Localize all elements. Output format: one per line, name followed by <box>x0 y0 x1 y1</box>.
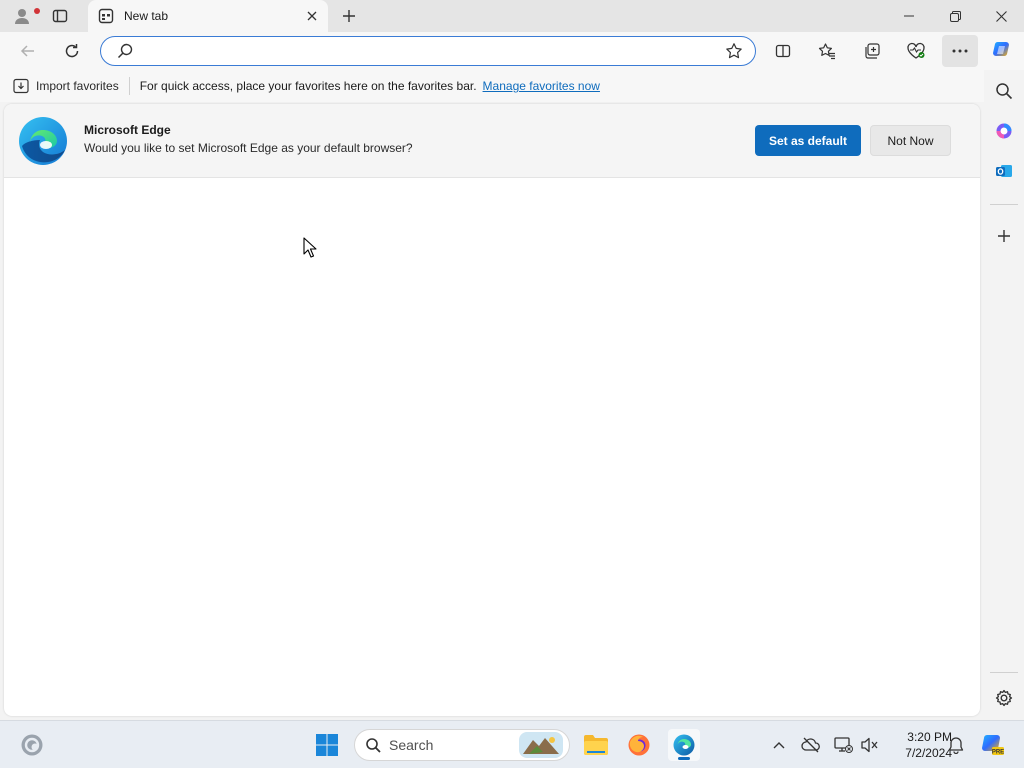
address-input[interactable] <box>145 41 705 61</box>
notifications-button[interactable] <box>942 729 970 761</box>
edge-icon <box>21 734 43 756</box>
volume-icon <box>861 737 878 753</box>
start-button[interactable] <box>311 729 343 761</box>
favorites-bar: Import favorites For quick access, place… <box>0 70 984 102</box>
profile-icon <box>15 9 29 24</box>
collections-button[interactable] <box>857 37 887 65</box>
split-screen-button[interactable] <box>768 37 798 65</box>
address-bar[interactable] <box>100 36 756 66</box>
browser-essentials-button[interactable] <box>901 37 931 65</box>
star-icon <box>726 43 742 59</box>
copilot-button[interactable] <box>987 37 1017 65</box>
browser-essentials-icon <box>907 42 925 59</box>
taskbar-search-label: Search <box>389 737 434 753</box>
taskbar-edge[interactable] <box>668 729 700 761</box>
tab-title: New tab <box>124 9 169 23</box>
outlook-icon <box>996 165 1012 177</box>
not-now-button[interactable]: Not Now <box>870 125 951 156</box>
onedrive-icon <box>801 737 820 753</box>
windows-start-icon <box>316 734 338 756</box>
more-icon <box>952 49 968 53</box>
refresh-icon <box>65 44 79 58</box>
search-icon <box>366 738 381 753</box>
search-highlight-icon <box>519 732 563 758</box>
favorites-button[interactable] <box>812 37 842 65</box>
search-icon <box>117 43 133 59</box>
office-icon <box>996 123 1012 139</box>
plus-icon <box>998 230 1010 242</box>
taskbar-copilot-button[interactable]: PRE <box>976 729 1008 761</box>
svg-text:PRE: PRE <box>992 750 1004 756</box>
back-icon <box>20 45 34 57</box>
copilot-icon <box>993 41 1009 57</box>
new-tab-page-icon <box>98 8 114 24</box>
new-tab-button[interactable] <box>336 4 362 28</box>
edge-sidebar <box>984 70 1024 720</box>
tab-actions-icon <box>52 9 68 23</box>
set-as-default-button[interactable]: Set as default <box>755 125 861 156</box>
taskbar-search-box[interactable]: Search <box>354 729 570 761</box>
chevron-up-icon <box>773 742 785 749</box>
back-button[interactable] <box>14 37 42 65</box>
settings-icon <box>995 689 1013 707</box>
copilot-icon: PRE <box>982 735 1004 756</box>
favorites-icon <box>818 43 835 60</box>
toolbar <box>0 32 1024 70</box>
network-icon <box>834 737 853 753</box>
sidebar-outlook-button[interactable] <box>989 156 1019 186</box>
sidebar-search-button[interactable] <box>989 76 1019 106</box>
active-app-indicator <box>678 757 690 760</box>
refresh-button[interactable] <box>58 37 86 65</box>
taskbar-firefox[interactable] <box>623 729 655 761</box>
plus-icon <box>343 10 355 22</box>
sidebar-add-button[interactable] <box>989 221 1019 251</box>
profile-notification-dot <box>34 8 40 14</box>
favorites-bar-message: For quick access, place your favorites h… <box>139 79 477 93</box>
minimize-button[interactable] <box>886 0 932 32</box>
edge-logo-icon <box>19 117 67 165</box>
import-favorites-label: Import favorites <box>36 79 119 93</box>
import-favorites-button[interactable]: Import favorites <box>12 77 130 95</box>
split-screen-icon <box>775 44 791 58</box>
bell-icon <box>948 737 964 754</box>
firefox-icon <box>628 734 650 756</box>
title-bar: New tab <box>0 0 1024 32</box>
close-icon <box>307 11 317 21</box>
sidebar-office-button[interactable] <box>989 116 1019 146</box>
network-tray-button[interactable] <box>829 729 857 761</box>
minimize-icon <box>904 15 914 17</box>
close-window-button[interactable] <box>978 0 1024 32</box>
settings-and-more-button[interactable] <box>942 35 978 67</box>
onedrive-tray-button[interactable] <box>797 729 825 761</box>
tab-actions-button[interactable] <box>46 4 74 28</box>
close-tab-button[interactable] <box>300 4 324 28</box>
restore-button[interactable] <box>932 0 978 32</box>
taskbar: Search 3:20 PM 7/2/2024 PRE <box>0 720 1024 768</box>
sidebar-settings-button[interactable] <box>989 683 1019 713</box>
import-icon <box>13 78 29 94</box>
sidebar-divider <box>990 672 1018 673</box>
banner-title: Microsoft Edge <box>84 123 171 137</box>
edge-icon <box>673 734 695 756</box>
add-favorite-button[interactable] <box>725 42 743 63</box>
manage-favorites-link[interactable]: Manage favorites now <box>483 79 600 93</box>
banner-message: Would you like to set Microsoft Edge as … <box>84 141 413 155</box>
widgets-button[interactable] <box>16 729 48 761</box>
default-browser-banner: Microsoft Edge Would you like to set Mic… <box>4 104 980 178</box>
tab-new-tab[interactable]: New tab <box>88 0 328 32</box>
restore-icon <box>949 10 961 22</box>
mouse-cursor-icon <box>303 237 317 258</box>
file-explorer-icon <box>584 735 608 755</box>
search-icon <box>996 83 1013 100</box>
taskbar-file-explorer[interactable] <box>580 729 612 761</box>
sidebar-divider <box>990 204 1018 205</box>
collections-icon <box>865 43 880 59</box>
page-content: Microsoft Edge Would you like to set Mic… <box>4 104 980 716</box>
close-icon <box>995 10 1007 22</box>
profile-button[interactable] <box>8 4 40 28</box>
show-hidden-icons-button[interactable] <box>765 729 793 761</box>
